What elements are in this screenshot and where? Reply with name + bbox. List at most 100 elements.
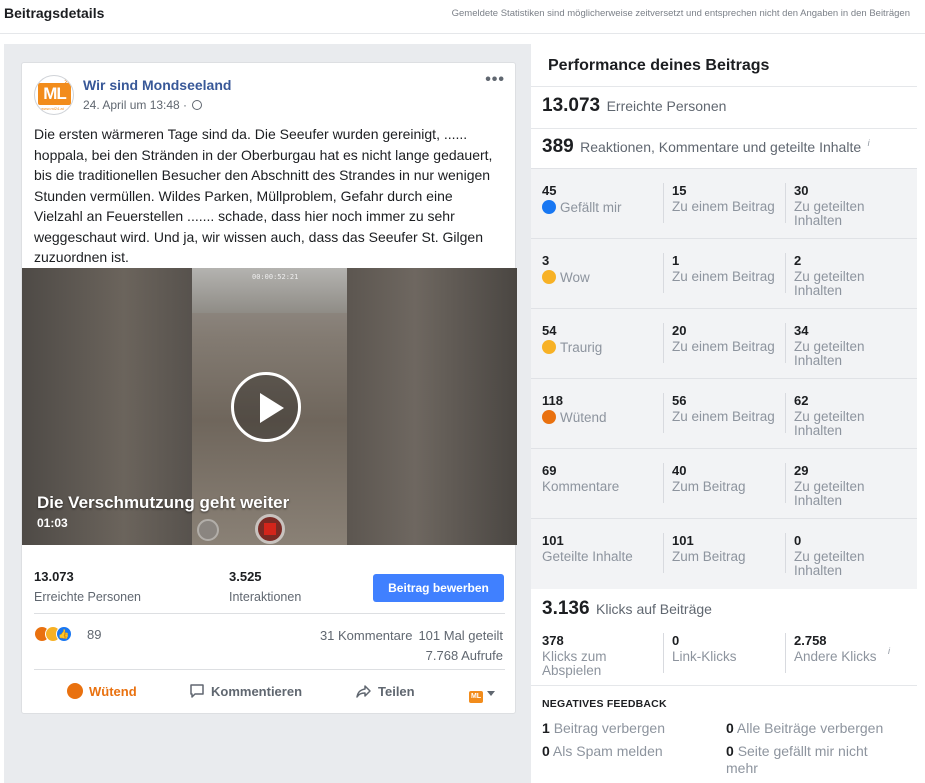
boost-post-button[interactable]: Beitrag bewerben bbox=[373, 574, 504, 602]
record-left-icon bbox=[197, 519, 219, 541]
divider bbox=[663, 253, 664, 293]
like-shared-value: 30 bbox=[794, 183, 809, 198]
shares-shared-label: Zu geteilten Inhalten bbox=[794, 549, 865, 578]
wow-shared-cell: 2 Zu geteilten Inhalten bbox=[794, 253, 914, 298]
globe-icon bbox=[192, 100, 203, 110]
caret-down-icon bbox=[487, 691, 495, 696]
divider bbox=[663, 533, 664, 573]
post-actions: Wütend Kommentieren Teilen ML bbox=[34, 677, 505, 707]
wow-shared-label: Zu geteilten Inhalten bbox=[794, 269, 865, 298]
sad-total: 54 bbox=[542, 323, 557, 338]
negative-feedback-title: NEGATIVES FEEDBACK bbox=[542, 698, 667, 710]
shares-count[interactable]: 101 Mal geteilt bbox=[418, 628, 503, 643]
wow-icon bbox=[542, 270, 556, 284]
engagement-label: Reaktionen, Kommentare und geteilte Inha… bbox=[580, 139, 862, 155]
hide-all-label: Alle Beiträge verbergen bbox=[736, 720, 884, 736]
post-date[interactable]: 24. April um 13:48 · bbox=[83, 98, 203, 112]
shares-post-label: Zum Beitrag bbox=[672, 549, 746, 564]
engagement-value: 389 bbox=[542, 136, 574, 157]
sad-shared-label: Zu geteilten Inhalten bbox=[794, 339, 865, 368]
share-button[interactable]: Teilen bbox=[356, 683, 415, 699]
shares-post-value: 101 bbox=[672, 533, 694, 548]
reaction-count: 89 bbox=[87, 627, 102, 642]
reaction-button[interactable]: Wütend bbox=[67, 683, 137, 699]
spam-stat: 0 Als Spam melden bbox=[542, 743, 663, 760]
comments-total: 69 bbox=[542, 463, 557, 478]
sad-post-cell: 20 Zu einem Beitrag bbox=[672, 323, 792, 354]
divider bbox=[531, 378, 917, 379]
divider bbox=[531, 238, 917, 239]
play-clicks-value: 378 bbox=[542, 633, 564, 648]
wow-post-value: 1 bbox=[672, 253, 680, 268]
video-player[interactable]: 00:00:52:21 Die Verschmutzung geht weite… bbox=[22, 268, 517, 545]
page-avatar[interactable]: ML 24 www.ml24.at bbox=[34, 75, 74, 115]
comments-shared-label: Zu geteilten Inhalten bbox=[794, 479, 865, 508]
divider bbox=[785, 533, 786, 573]
reaction-button-label: Wütend bbox=[89, 684, 137, 699]
play-icon[interactable] bbox=[231, 372, 301, 442]
divider bbox=[785, 253, 786, 293]
angry-shared-value: 62 bbox=[794, 393, 809, 408]
comment-button[interactable]: Kommentieren bbox=[189, 683, 302, 699]
info-icon[interactable]: i bbox=[868, 138, 870, 148]
wow-total-cell: 3 Wow bbox=[542, 253, 662, 285]
angry-total-cell: 118 Wütend bbox=[542, 393, 662, 425]
video-duration: 01:03 bbox=[37, 516, 68, 530]
comments-post-label: Zum Beitrag bbox=[672, 479, 746, 494]
play-clicks-cell: 378 Klicks zum Abspielen bbox=[542, 633, 662, 678]
performance-title: Performance deines Beitrags bbox=[548, 57, 770, 74]
sad-shared-cell: 34 Zu geteilten Inhalten bbox=[794, 323, 914, 368]
divider bbox=[34, 613, 505, 614]
post-as-page-selector[interactable]: ML bbox=[469, 685, 495, 703]
angry-icon bbox=[67, 683, 83, 699]
views-count: 7.768 Aufrufe bbox=[425, 648, 503, 663]
spam-label: Als Spam melden bbox=[552, 743, 663, 759]
engagement-stat: 389 Reaktionen, Kommentare und geteilte … bbox=[542, 136, 870, 158]
other-clicks-value: 2.758 bbox=[794, 633, 827, 648]
like-label: Gefällt mir bbox=[560, 200, 622, 215]
wow-shared-value: 2 bbox=[794, 253, 802, 268]
hide-post-value: 1 bbox=[542, 720, 550, 736]
sad-shared-value: 34 bbox=[794, 323, 809, 338]
post-reach-metric: 13.073 Erreichte Personen bbox=[34, 569, 141, 604]
divider bbox=[531, 448, 917, 449]
page-name-link[interactable]: Wir sind Mondseeland bbox=[83, 77, 231, 93]
angry-shared-label: Zu geteilten Inhalten bbox=[794, 409, 865, 438]
comment-icon bbox=[189, 683, 205, 699]
wow-post-label: Zu einem Beitrag bbox=[672, 269, 775, 284]
hide-post-label: Beitrag verbergen bbox=[553, 720, 665, 736]
comments-shared-cell: 29 Zu geteilten Inhalten bbox=[794, 463, 914, 508]
like-icon bbox=[542, 200, 556, 214]
more-options-icon[interactable]: ••• bbox=[485, 71, 505, 89]
shares-post-cell: 101 Zum Beitrag bbox=[672, 533, 792, 564]
divider bbox=[531, 685, 917, 686]
spam-value: 0 bbox=[542, 743, 550, 759]
comments-count[interactable]: 31 Kommentare bbox=[320, 628, 413, 643]
post-text: Die ersten wärmeren Tage sind da. Die Se… bbox=[34, 126, 493, 265]
divider bbox=[531, 86, 917, 87]
unlike-label: Seite gefällt mir nicht mehr bbox=[726, 743, 868, 776]
divider bbox=[663, 463, 664, 503]
divider bbox=[785, 393, 786, 433]
angry-label: Wütend bbox=[560, 410, 607, 425]
info-icon[interactable]: i bbox=[888, 646, 890, 656]
unlike-stat: 0 Seite gefällt mir nicht mehr bbox=[726, 743, 896, 777]
shares-shared-cell: 0 Zu geteilten Inhalten bbox=[794, 533, 914, 578]
divider bbox=[34, 669, 505, 670]
video-blur-right bbox=[347, 268, 517, 545]
comments-post-value: 40 bbox=[672, 463, 687, 478]
divider bbox=[663, 323, 664, 363]
shares-total-cell: 101 Geteilte Inhalte bbox=[542, 533, 662, 564]
post-card: ML 24 www.ml24.at Wir sind Mondseeland 2… bbox=[21, 62, 517, 714]
like-post-label: Zu einem Beitrag bbox=[672, 199, 775, 214]
video-timecode: 00:00:52:21 bbox=[252, 273, 299, 281]
performance-panel: Performance deines Beitrags 13.073 Errei… bbox=[531, 44, 925, 783]
comments-shared-value: 29 bbox=[794, 463, 809, 478]
clicks-value: 3.136 bbox=[542, 598, 590, 619]
wow-post-cell: 1 Zu einem Beitrag bbox=[672, 253, 792, 284]
post-reach-label: Erreichte Personen bbox=[34, 590, 142, 604]
clicks-label: Klicks auf Beiträge bbox=[596, 601, 712, 617]
other-clicks-cell: 2.758 Andere Klicks bbox=[794, 633, 914, 664]
angry-shared-cell: 62 Zu geteilten Inhalten bbox=[794, 393, 914, 438]
wow-label: Wow bbox=[560, 270, 590, 285]
